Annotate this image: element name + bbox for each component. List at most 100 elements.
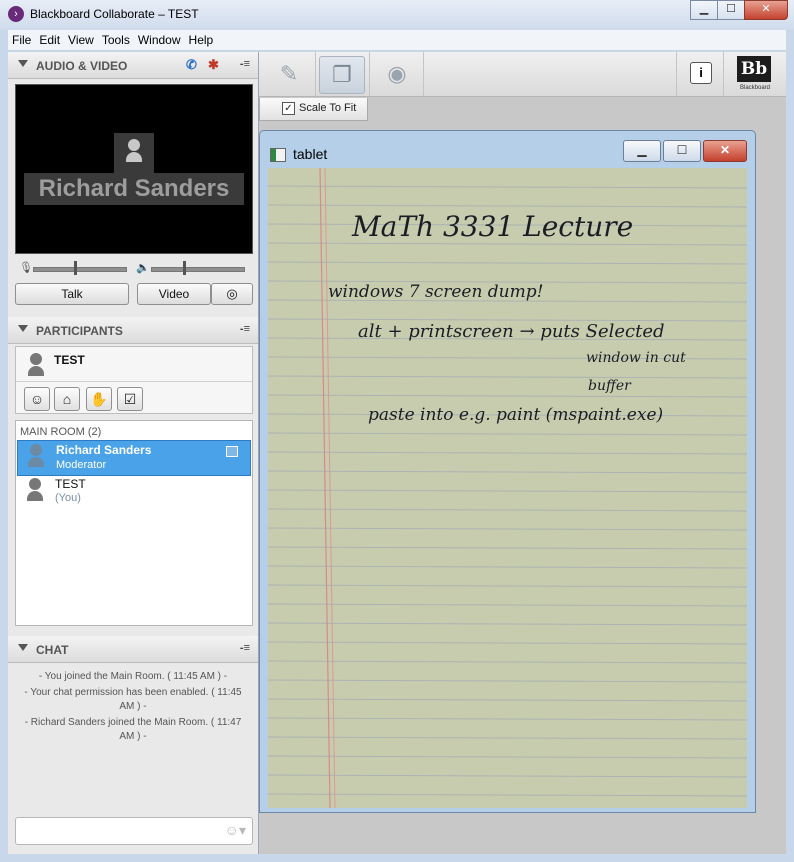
- notebook-page-image: MaTh 3331 Lecture windows 7 screen dump!…: [268, 168, 747, 808]
- raise-hand-button[interactable]: ✋: [86, 387, 112, 411]
- chat-message: - Your chat permission has been enabled.…: [24, 687, 242, 712]
- scale-to-fit-option[interactable]: ✓ Scale To Fit: [259, 98, 368, 121]
- menu-tools[interactable]: Tools: [98, 30, 134, 47]
- blackboard-logo-mark: Bb: [737, 56, 771, 82]
- settings-gear-icon[interactable]: ✱: [208, 57, 219, 73]
- paint-app-icon: [270, 148, 286, 162]
- close-button[interactable]: ✕: [744, 0, 788, 20]
- title-bar: › Blackboard Collaborate – TEST ▁ ☐ ✕: [0, 0, 794, 30]
- note-line: windows 7 screen dump!: [328, 282, 544, 302]
- participant-name: TEST: [55, 477, 86, 491]
- window-controls: ▁ ☐ ✕: [690, 0, 788, 20]
- scale-to-fit-checkbox[interactable]: ✓: [282, 102, 295, 115]
- mic-volume-thumb[interactable]: [74, 261, 77, 275]
- content-area: ✎ ❐ ◉ i Bb Blackboard ✓ Scale To Fit tab…: [259, 52, 786, 854]
- content-toolbar: ✎ ❐ ◉ i Bb Blackboard: [259, 52, 786, 97]
- hand-icon: ✋: [90, 391, 108, 407]
- collapse-triangle-icon[interactable]: [18, 644, 28, 651]
- mic-volume-track[interactable]: [33, 267, 127, 272]
- emoticon-picker-icon[interactable]: ☺▾: [225, 822, 246, 839]
- collapse-triangle-icon[interactable]: [18, 325, 28, 332]
- participant-row-richard[interactable]: Richard Sanders Moderator: [17, 440, 251, 476]
- chat-message: - You joined the Main Room. ( 11:45 AM )…: [38, 671, 228, 682]
- note-line: alt + printscreen → puts Selected: [358, 321, 665, 342]
- chat-log: - You joined the Main Room. ( 11:45 AM )…: [15, 666, 251, 812]
- video-button[interactable]: Video: [137, 283, 211, 305]
- shared-app-maximize-button[interactable]: ☐: [663, 140, 701, 162]
- panel-menu-icon[interactable]: -≡: [240, 323, 250, 335]
- application-sharing-button[interactable]: ❐: [319, 56, 365, 94]
- away-button[interactable]: ⌂: [54, 387, 80, 411]
- collapse-triangle-icon[interactable]: [18, 60, 28, 67]
- whiteboard-tool-button[interactable]: ✎: [267, 56, 311, 92]
- blackboard-logo-caption: Blackboard: [739, 85, 771, 91]
- talk-button[interactable]: Talk: [15, 283, 129, 305]
- menu-window[interactable]: Window: [134, 30, 185, 47]
- chat-title: CHAT: [36, 643, 69, 657]
- participant-row-test[interactable]: TEST (You): [17, 475, 249, 509]
- note-line: paste into e.g. paint (mspaint.exe): [368, 405, 664, 425]
- shared-app-close-button[interactable]: ✕: [703, 140, 747, 162]
- collaborate-window: › Blackboard Collaborate – TEST ▁ ☐ ✕ Fi…: [0, 0, 794, 862]
- audio-video-header[interactable]: AUDIO & VIDEO ✆ ✱ -≡: [8, 52, 258, 79]
- chat-message: - Richard Sanders joined the Main Room. …: [24, 717, 242, 742]
- video-display: Richard Sanders: [15, 84, 253, 254]
- collaborate-icon: ›: [8, 6, 24, 22]
- speaker-volume-track[interactable]: [151, 267, 245, 272]
- left-panel: AUDIO & VIDEO ✆ ✱ -≡ Richard Sanders 🎙 🔈…: [8, 52, 259, 854]
- microphone-icon: 🎙: [19, 262, 33, 274]
- audio-video-title: AUDIO & VIDEO: [36, 59, 128, 73]
- camera-preview-button[interactable]: ◎: [211, 283, 253, 305]
- info-button[interactable]: i: [690, 62, 712, 84]
- chat-input[interactable]: ☺▾: [15, 817, 253, 845]
- blackboard-logo: Bb Blackboard: [733, 56, 777, 91]
- web-tour-button[interactable]: ◉: [375, 56, 419, 92]
- participants-title: PARTICIPANTS: [36, 324, 123, 338]
- window-title: Blackboard Collaborate – TEST: [30, 7, 199, 21]
- menu-bar: File Edit View Tools Window Help: [8, 30, 786, 51]
- panel-menu-icon[interactable]: -≡: [240, 58, 250, 70]
- menu-view[interactable]: View: [64, 30, 98, 47]
- panel-menu-icon[interactable]: -≡: [240, 642, 250, 654]
- menu-help[interactable]: Help: [185, 30, 218, 47]
- speaker-volume-thumb[interactable]: [183, 261, 186, 275]
- participant-role: (You): [55, 492, 81, 504]
- poll-response-button[interactable]: ☑: [117, 387, 143, 411]
- camera-preview-icon: ◎: [226, 286, 238, 301]
- volume-sliders: 🎙 🔈: [15, 260, 251, 276]
- room-count: (2): [87, 426, 102, 438]
- self-status-box: TEST ☺ ⌂ ✋ ☑: [15, 346, 253, 414]
- whiteboard-icon: ✎: [279, 61, 299, 86]
- video-avatar: [114, 133, 154, 173]
- shared-app-minimize-button[interactable]: ▁: [623, 140, 661, 162]
- emoticon-button[interactable]: ☺: [24, 387, 50, 411]
- smiley-icon: ☺: [29, 391, 45, 407]
- shared-app-controls: ▁ ☐ ✕: [621, 140, 747, 162]
- note-line: buffer: [588, 378, 631, 394]
- participants-header[interactable]: PARTICIPANTS -≡: [8, 317, 258, 344]
- participant-role: Moderator: [56, 459, 107, 471]
- video-name-label: Richard Sanders: [24, 173, 244, 205]
- shared-app-title: tablet: [293, 146, 328, 162]
- participant-list: MAIN ROOM (2) Richard Sanders Moderator …: [15, 420, 253, 626]
- room-label: MAIN ROOM (2): [20, 426, 101, 438]
- web-tour-icon: ◉: [387, 61, 407, 86]
- room-name: MAIN ROOM: [20, 426, 85, 438]
- menu-file[interactable]: File: [8, 30, 35, 47]
- ruled-paper: [268, 168, 747, 808]
- note-line: MaTh 3331 Lecture: [352, 210, 634, 243]
- self-name: TEST: [54, 353, 85, 367]
- chat-header[interactable]: CHAT -≡: [8, 636, 258, 663]
- note-line: window in cut: [586, 350, 686, 366]
- menu-edit[interactable]: Edit: [35, 30, 64, 47]
- maximize-button[interactable]: ☐: [717, 0, 745, 20]
- scale-to-fit-label: Scale To Fit: [299, 102, 357, 114]
- moderator-badge-icon: [226, 446, 238, 457]
- minimize-button[interactable]: ▁: [690, 0, 718, 20]
- speaker-icon: 🔈: [136, 262, 150, 274]
- checkbox-icon: ☑: [123, 391, 137, 407]
- phone-icon[interactable]: ✆: [186, 57, 197, 73]
- participant-name: Richard Sanders: [56, 443, 152, 457]
- shared-app-titlebar: tablet ▁ ☐ ✕: [260, 131, 755, 166]
- away-icon: ⌂: [62, 391, 72, 407]
